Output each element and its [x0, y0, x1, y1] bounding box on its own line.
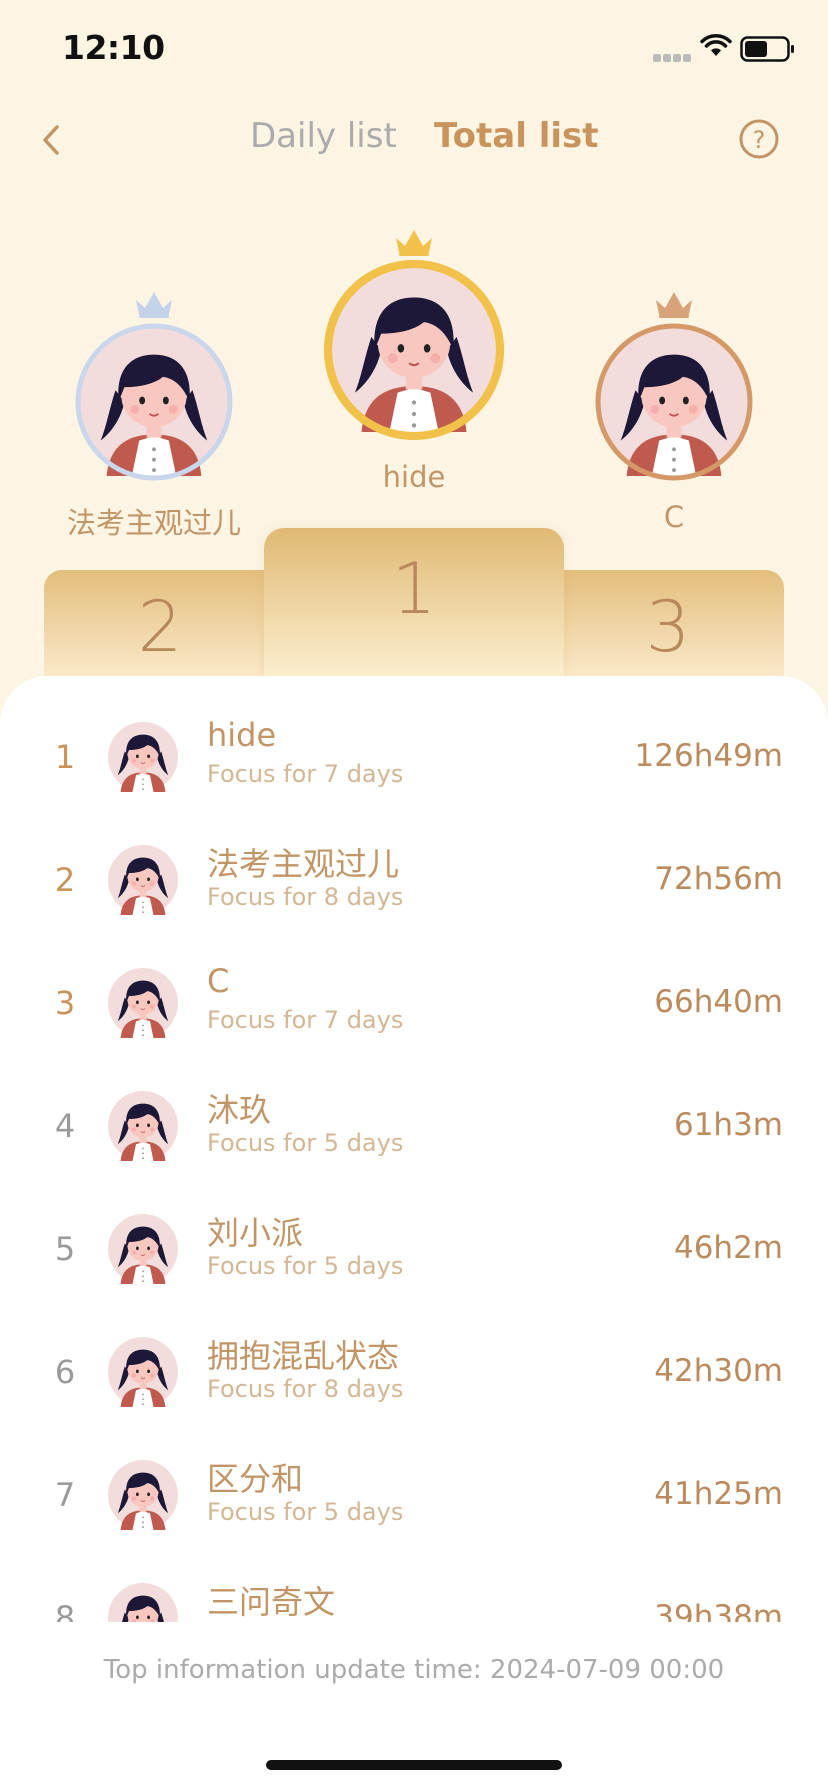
ranking-row[interactable]: 1 hide Focus for 7 days 126h49m: [0, 698, 828, 821]
cellular-signal-icon: [653, 47, 693, 66]
podium-third-name: C: [663, 500, 685, 534]
focus-time: 66h40m: [654, 984, 783, 1020]
ranking-list-card: 1 hide Focus for 7 days 126h49m 2 法考主观过儿 Focus…: [0, 676, 828, 1792]
user-avatar: [108, 1460, 178, 1530]
focus-days: Focus for 7 days: [207, 760, 404, 788]
ranking-row[interactable]: 4 沐玖 Focus for 5 days 61h3m: [0, 1067, 828, 1190]
ranking-row[interactable]: 7 区分和 Focus for 5 days 41h25m: [0, 1436, 828, 1559]
user-name: 三问奇文: [207, 1583, 336, 1621]
ranking-row[interactable]: 2 法考主观过儿 Focus for 8 days 72h56m: [0, 821, 828, 944]
home-indicator: [266, 1760, 562, 1770]
podium-rank-second: 2: [137, 586, 183, 668]
user-avatar: [108, 968, 178, 1038]
rank-number: 1: [54, 738, 76, 776]
status-bar: 12:10: [0, 0, 828, 100]
focus-days: Focus for 8 days: [207, 1375, 404, 1403]
focus-days: Focus for 5 days: [207, 1129, 404, 1157]
rank-number: 5: [54, 1230, 76, 1268]
focus-days: Focus for 7 days: [207, 1006, 404, 1034]
nav-bar: Daily list Total list ?: [0, 100, 828, 180]
podium-rank-first: 1: [391, 548, 437, 630]
focus-days: Focus for 8 days: [207, 883, 404, 911]
focus-time: 41h25m: [654, 1476, 783, 1512]
back-icon[interactable]: [30, 118, 74, 162]
podium-second-name: 法考主观过儿: [66, 506, 241, 540]
rank-number: 7: [54, 1476, 76, 1514]
rank-number: 3: [54, 984, 76, 1022]
focus-time: 126h49m: [634, 738, 783, 774]
podium-block-third: 3: [552, 570, 784, 680]
rank-number: 8: [54, 1599, 76, 1622]
podium-rank-third: 3: [645, 586, 691, 668]
user-avatar: [108, 845, 178, 915]
podium-third-avatar[interactable]: [594, 288, 754, 482]
podium-first-name: hide: [382, 460, 446, 494]
user-avatar: [108, 722, 178, 792]
user-name: C: [207, 962, 230, 1000]
user-name: 法考主观过儿: [207, 845, 400, 883]
rank-number: 6: [54, 1353, 76, 1391]
user-name: 刘小派: [207, 1214, 304, 1252]
user-name: 区分和: [207, 1460, 304, 1498]
podium-first-avatar[interactable]: [324, 226, 504, 444]
focus-time: 46h2m: [673, 1230, 783, 1266]
ranking-list[interactable]: 1 hide Focus for 7 days 126h49m 2 法考主观过儿 Focus…: [0, 676, 828, 1622]
battery-icon: [740, 36, 794, 62]
podium-block-second: 2: [44, 570, 276, 680]
user-avatar: [108, 1214, 178, 1284]
tab-total-list[interactable]: Total list: [434, 116, 599, 156]
user-avatar: [108, 1583, 178, 1622]
focus-time: 39h38m: [654, 1599, 783, 1622]
podium-block-first: 1: [264, 528, 564, 678]
rank-number: 4: [54, 1107, 76, 1145]
ranking-row[interactable]: 6 拥抱混乱状态 Focus for 8 days 42h30m: [0, 1313, 828, 1436]
focus-days: Focus for 5 days: [207, 1498, 404, 1526]
wifi-icon: [700, 34, 732, 56]
rank-number: 2: [54, 861, 76, 899]
ranking-row[interactable]: 5 刘小派 Focus for 5 days 46h2m: [0, 1190, 828, 1313]
podium-second-avatar[interactable]: [74, 288, 234, 482]
focus-time: 42h30m: [654, 1353, 783, 1389]
user-name: 沐玖: [207, 1091, 272, 1129]
focus-days: Focus for 5 days: [207, 1252, 404, 1280]
update-time-note: Top information update time: 2024-07-09 …: [103, 1655, 725, 1685]
focus-time: 72h56m: [654, 861, 783, 897]
focus-time: 61h3m: [673, 1107, 783, 1143]
user-name: hide: [207, 716, 277, 754]
user-avatar: [108, 1091, 178, 1161]
user-name: 拥抱混乱状态: [207, 1337, 400, 1375]
status-time: 12:10: [62, 28, 165, 67]
tab-daily-list[interactable]: Daily list: [250, 116, 397, 156]
svg-text:?: ?: [753, 126, 766, 154]
help-icon[interactable]: ?: [738, 118, 780, 160]
user-avatar: [108, 1337, 178, 1407]
ranking-row[interactable]: 3 C Focus for 7 days 66h40m: [0, 944, 828, 1067]
ranking-row[interactable]: 8 三问奇文 39h38m: [0, 1559, 828, 1622]
